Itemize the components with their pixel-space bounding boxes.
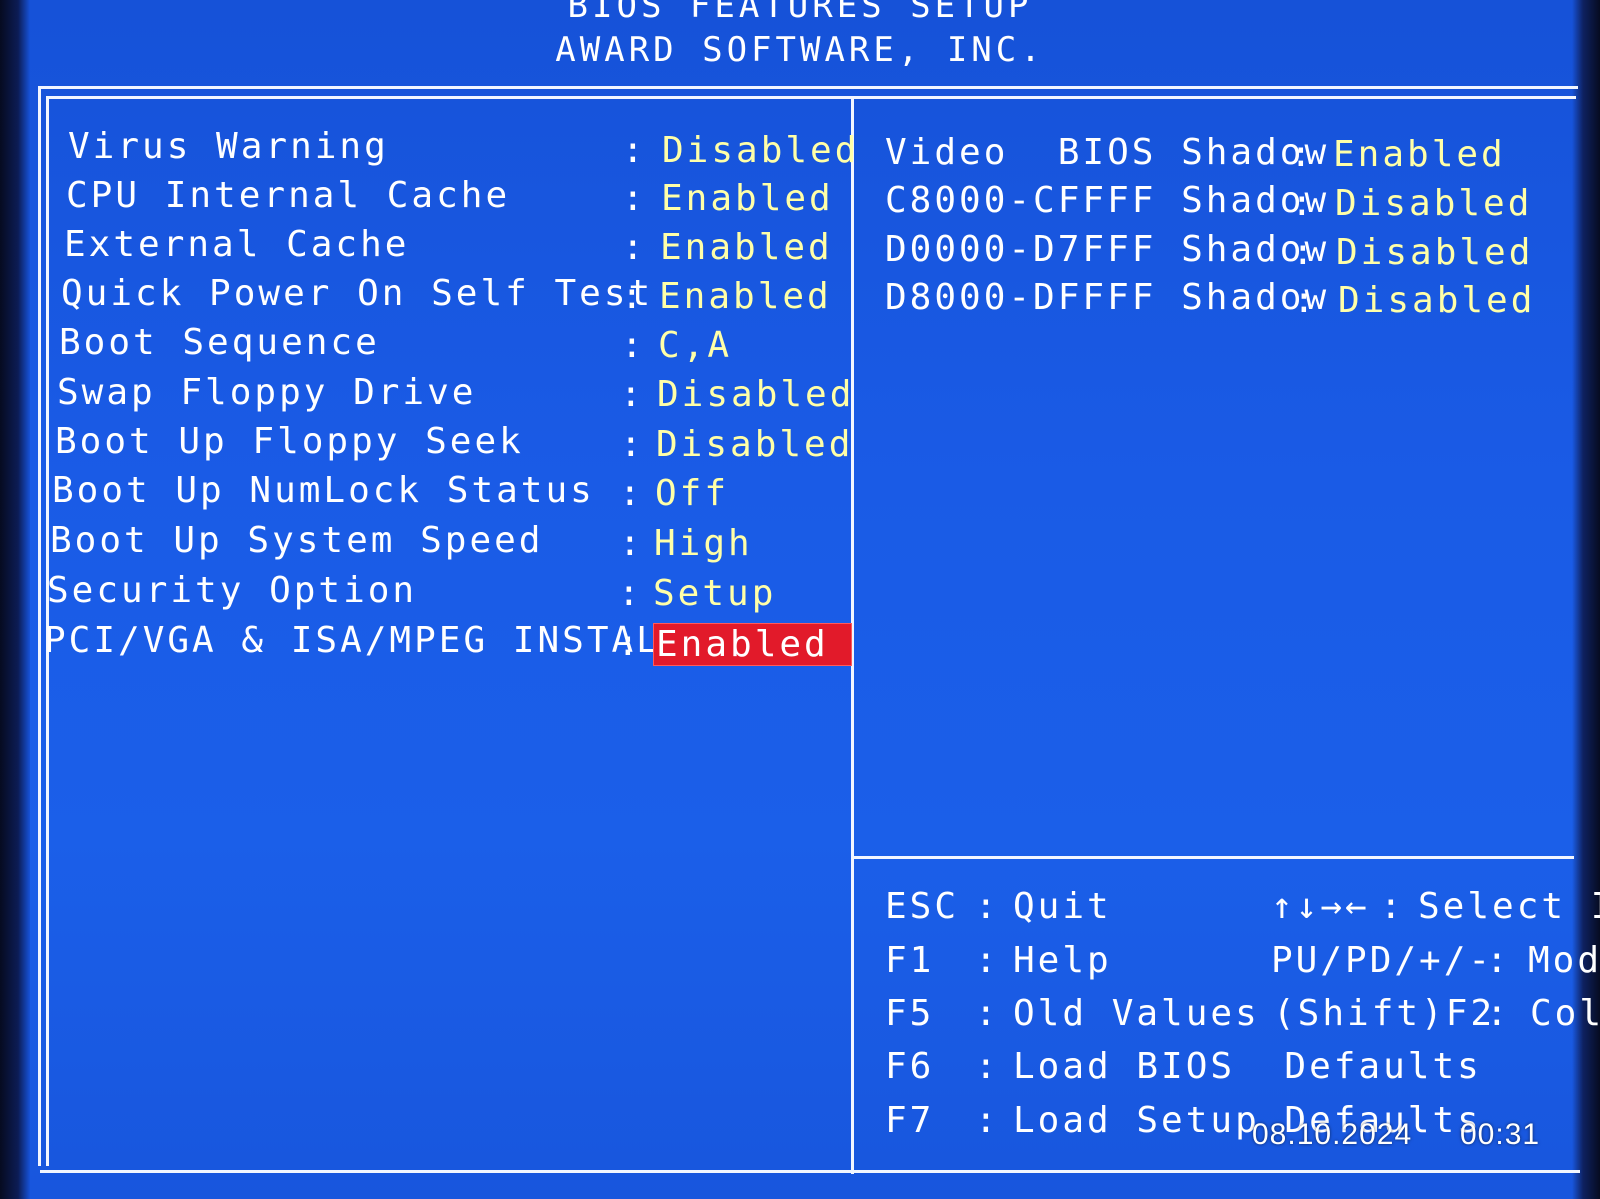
help-key-f6: F6: [885, 1046, 935, 1087]
setting-label-boot-up-system-speed: Boot Up System Speed: [50, 520, 544, 561]
setting-label-boot-up-floppy-seek: Boot Up Floppy Seek: [55, 421, 524, 462]
setting-value-boot-up-floppy-seek[interactable]: Disabled: [656, 424, 853, 465]
frame-top-outer: [38, 86, 1578, 89]
frame-top-inner: [46, 96, 1576, 99]
separator: :: [975, 940, 997, 981]
help-action-quit: Quit: [1013, 886, 1112, 927]
frame-bottom: [40, 1170, 1580, 1173]
separator: :: [622, 227, 644, 268]
help-key-arrows: ↑↓→←: [1271, 886, 1370, 927]
help-key-page-plus-minus: PU/PD/+/-: [1271, 940, 1494, 981]
vendor-title: AWARD SOFTWARE, INC.: [555, 30, 1045, 70]
help-action-old-values: Old Values: [1013, 993, 1260, 1034]
separator: :: [1290, 134, 1312, 175]
photo-date-stamp: 08.10.2024: [1252, 1118, 1413, 1151]
setting-value-d0000-d7fff-shadow[interactable]: Disabled: [1336, 232, 1533, 273]
help-key-shift-f2: (Shift)F2: [1273, 993, 1496, 1034]
separator: :: [622, 178, 644, 219]
help-action-help: Help: [1013, 940, 1112, 981]
help-key-esc: ESC: [885, 886, 960, 927]
setting-label-security-option: Security Option: [47, 570, 418, 611]
setting-value-pci-vga-isa-mpeg-install-selected[interactable]: Enabled: [654, 624, 851, 665]
separator: :: [975, 993, 997, 1034]
separator: :: [1291, 183, 1313, 224]
separator: :: [622, 130, 644, 171]
setting-label-video-bios-shadow: Video BIOS Shadow: [885, 132, 1330, 173]
separator: :: [975, 1046, 997, 1087]
setting-label-virus-warning: Virus Warning: [68, 126, 389, 167]
separator: :: [1486, 940, 1508, 981]
separator: :: [619, 523, 641, 564]
separator: :: [620, 424, 642, 465]
help-divider: [854, 856, 1574, 859]
monitor-bezel-left: [0, 0, 30, 1199]
setting-label-external-cache: External Cache: [64, 224, 410, 265]
separator: :: [1292, 232, 1314, 273]
separator: :: [1293, 280, 1315, 321]
separator: :: [617, 623, 639, 664]
separator: :: [619, 473, 641, 514]
separator: :: [1380, 886, 1402, 927]
separator: :: [621, 276, 643, 317]
setting-value-quick-power-on-self-test[interactable]: Enabled: [659, 276, 832, 317]
setting-label-cpu-internal-cache: CPU Internal Cache: [66, 175, 511, 216]
help-key-f7: F7: [885, 1100, 935, 1141]
separator: :: [975, 1100, 997, 1141]
help-action-modify: Mod: [1528, 940, 1600, 981]
setting-value-security-option[interactable]: Setup: [653, 573, 776, 614]
setting-label-c8000-cffff-shadow: C8000-CFFFF Shadow: [885, 180, 1330, 221]
setting-label-d8000-dffff-shadow: D8000-DFFFF Shadow: [885, 277, 1330, 318]
setting-label-pci-vga-isa-mpeg-install: PCI/VGA & ISA/MPEG INSTALL: [44, 620, 686, 661]
bios-screen: BIOS FEATURES SETUP AWARD SOFTWARE, INC.…: [0, 0, 1600, 1199]
setting-value-d8000-dffff-shadow[interactable]: Disabled: [1338, 280, 1535, 321]
setting-value-video-bios-shadow[interactable]: Enabled: [1333, 134, 1506, 175]
separator: :: [975, 886, 997, 927]
setting-value-boot-up-system-speed[interactable]: High: [654, 523, 753, 564]
separator: :: [618, 573, 640, 614]
setting-value-boot-up-numlock-status[interactable]: Off: [655, 473, 729, 514]
setting-label-quick-power-on-self-test: Quick Power On Self Test: [61, 273, 654, 314]
setting-value-boot-sequence[interactable]: C,A: [658, 325, 732, 366]
frame-left-outer: [38, 86, 41, 1166]
setting-value-external-cache[interactable]: Enabled: [660, 227, 833, 268]
setting-label-boot-up-numlock-status: Boot Up NumLock Status: [52, 470, 595, 511]
setting-value-swap-floppy-drive[interactable]: Disabled: [657, 374, 854, 415]
setting-label-d0000-d7fff-shadow: D0000-D7FFF Shadow: [885, 229, 1330, 270]
help-key-f1: F1: [885, 940, 935, 981]
setting-value-cpu-internal-cache[interactable]: Enabled: [661, 178, 834, 219]
help-key-f5: F5: [885, 993, 935, 1034]
setting-label-boot-sequence: Boot Sequence: [59, 322, 380, 363]
help-action-color: Col: [1530, 993, 1600, 1034]
separator: :: [1486, 993, 1508, 1034]
setting-label-swap-floppy-drive: Swap Floppy Drive: [57, 372, 477, 413]
setting-value-virus-warning[interactable]: Disabled: [662, 130, 859, 171]
panel-divider: [851, 99, 854, 1174]
setting-value-c8000-cffff-shadow[interactable]: Disabled: [1335, 183, 1532, 224]
help-action-select-item: Select It: [1418, 886, 1600, 927]
separator: :: [621, 325, 643, 366]
separator: :: [620, 374, 642, 415]
photo-time-stamp: 00:31: [1460, 1118, 1541, 1151]
page-title: BIOS FEATURES SETUP: [567, 0, 1033, 26]
help-action-load-bios-defaults: Load BIOS Defaults: [1013, 1046, 1482, 1087]
